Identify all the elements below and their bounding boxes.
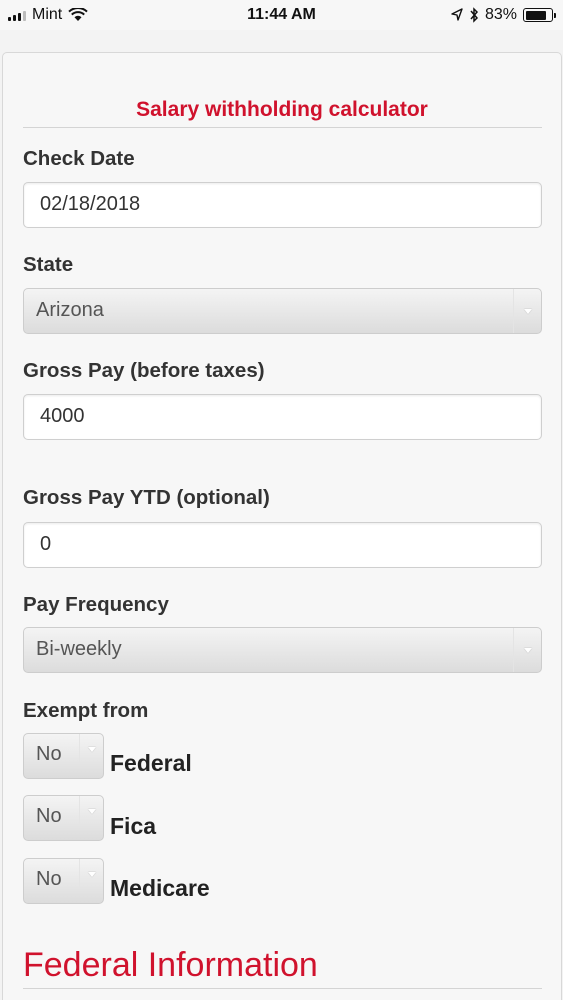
gross-pay-ytd-label: Gross Pay YTD (optional): [23, 486, 270, 509]
exempt-medicare-select[interactable]: No: [23, 858, 104, 904]
exempt-from-label: Exempt from: [23, 699, 149, 722]
title-divider: [23, 127, 542, 128]
exempt-federal-label: Federal: [110, 750, 192, 776]
exempt-fica-label: Fica: [110, 813, 157, 839]
exempt-medicare-label: Medicare: [110, 875, 210, 901]
section-divider: [23, 988, 542, 989]
exempt-federal-select[interactable]: No: [23, 733, 104, 779]
chevron-down-icon: [513, 289, 541, 333]
exempt-fica-value: No: [36, 805, 62, 827]
gross-pay-label: Gross Pay (before taxes): [23, 359, 265, 382]
gross-pay-input[interactable]: 4000: [23, 394, 542, 440]
bluetooth-icon: [470, 7, 478, 23]
federal-information-heading: Federal Information: [23, 946, 318, 984]
status-bar: Mint 11:44 AM 83%: [0, 0, 563, 30]
pay-frequency-selected-value: Bi-weekly: [36, 638, 122, 660]
check-date-input[interactable]: 02/18/2018: [23, 182, 542, 228]
battery-fill: [525, 10, 547, 20]
pay-frequency-select[interactable]: Bi-weekly: [23, 627, 542, 673]
state-select[interactable]: Arizona: [23, 288, 542, 334]
state-selected-value: Arizona: [36, 299, 104, 321]
chevron-down-icon: [79, 734, 103, 764]
exempt-federal-value: No: [36, 743, 62, 765]
chevron-down-icon: [79, 796, 103, 826]
calculator-panel: Salary withholding calculator Check Date…: [2, 52, 562, 1000]
check-date-label: Check Date: [23, 147, 135, 170]
gross-pay-ytd-input[interactable]: 0: [23, 522, 542, 568]
battery-icon: [523, 8, 556, 22]
pay-frequency-label: Pay Frequency: [23, 593, 169, 616]
status-right: 83%: [451, 6, 556, 24]
exempt-medicare-value: No: [36, 868, 62, 890]
battery-percentage: 83%: [484, 6, 517, 23]
calculator-title: Salary withholding calculator: [136, 98, 428, 121]
chevron-down-icon: [79, 859, 103, 889]
state-label: State: [23, 253, 74, 276]
location-arrow-icon: [451, 8, 463, 21]
chevron-down-icon: [513, 628, 541, 672]
exempt-fica-select[interactable]: No: [23, 795, 104, 841]
